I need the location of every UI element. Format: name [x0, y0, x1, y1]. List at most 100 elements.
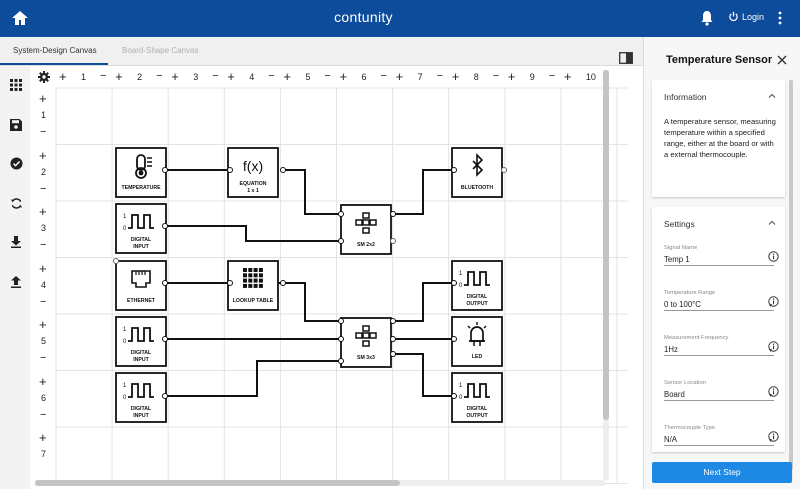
upload-button[interactable] — [6, 272, 26, 292]
block-port[interactable] — [280, 167, 286, 173]
tab-board-shape-canvas[interactable]: Board-Shape Canvas — [122, 46, 199, 55]
setting-select[interactable]: 1Hz ▾ — [664, 345, 774, 356]
info-icon[interactable] — [768, 341, 779, 352]
block-digital-input-3[interactable]: 10DIGITALINPUT — [115, 372, 167, 423]
remove-column-button[interactable]: − — [549, 70, 555, 82]
setting-select[interactable]: Board ▾ — [664, 390, 774, 401]
panel-scroll-thumb[interactable] — [789, 80, 793, 470]
tab-system-design-canvas[interactable]: System-Design Canvas — [13, 46, 97, 55]
add-row-button[interactable]: + — [39, 261, 47, 276]
block-sm3x3[interactable]: SM 3x3 — [340, 317, 392, 368]
block-port[interactable] — [390, 238, 396, 244]
block-bluetooth[interactable]: BLUETOOTH — [451, 147, 503, 198]
block-port[interactable] — [338, 238, 344, 244]
remove-row-button[interactable]: − — [40, 352, 46, 364]
remove-row-button[interactable]: − — [40, 126, 46, 138]
remove-column-button[interactable]: − — [493, 70, 499, 82]
add-column-button[interactable]: + — [227, 69, 235, 84]
save-button[interactable] — [6, 115, 26, 135]
remove-row-button[interactable]: − — [40, 296, 46, 308]
canvas-settings-gear-icon[interactable] — [38, 71, 50, 83]
panel-toggle-icon[interactable] — [619, 52, 633, 64]
block-digital-input-2[interactable]: 10DIGITALINPUT — [115, 316, 167, 367]
block-port[interactable] — [338, 318, 344, 324]
block-port[interactable] — [162, 336, 168, 342]
remove-column-button[interactable]: − — [212, 70, 218, 82]
chevron-up-icon[interactable] — [768, 92, 776, 100]
download-button[interactable] — [6, 232, 26, 252]
block-digital-output-2[interactable]: 10DIGITALOUTPUT — [451, 372, 503, 423]
validate-button[interactable] — [6, 153, 26, 173]
block-port[interactable] — [451, 280, 457, 286]
block-port[interactable] — [280, 280, 286, 286]
more-vert-icon[interactable] — [776, 10, 784, 26]
remove-column-button[interactable]: − — [437, 70, 443, 82]
next-step-button[interactable]: Next Step — [652, 462, 792, 483]
remove-row-button[interactable]: − — [40, 409, 46, 421]
remove-column-button[interactable]: − — [100, 70, 106, 82]
block-ethernet[interactable]: ETHERNET — [115, 260, 167, 311]
add-row-button[interactable]: + — [39, 430, 47, 445]
remove-row-button[interactable]: − — [40, 239, 46, 251]
chevron-up-icon[interactable] — [768, 219, 776, 227]
block-port[interactable] — [113, 258, 119, 264]
canvas-vscroll-thumb[interactable] — [603, 70, 609, 420]
add-column-button[interactable]: + — [564, 69, 572, 84]
add-row-button[interactable]: + — [39, 148, 47, 163]
info-icon[interactable] — [768, 251, 779, 262]
add-column-button[interactable]: + — [283, 69, 291, 84]
block-port[interactable] — [390, 211, 396, 217]
setting-select[interactable]: N/A ▾ — [664, 435, 774, 446]
block-port[interactable] — [390, 336, 396, 342]
block-temperature[interactable]: TEMPERATURE — [115, 147, 167, 198]
block-equation[interactable]: f(x) EQUATION1 x 1 — [227, 147, 279, 198]
close-icon[interactable] — [777, 55, 787, 65]
apps-grid-button[interactable] — [6, 75, 26, 95]
remove-column-button[interactable]: − — [268, 70, 274, 82]
block-port[interactable] — [390, 318, 396, 324]
panel-scrollbar[interactable] — [789, 80, 793, 480]
remove-row-button[interactable]: − — [40, 183, 46, 195]
notification-bell-icon[interactable] — [700, 10, 714, 26]
canvas-vertical-scrollbar[interactable] — [603, 70, 609, 480]
remove-column-button[interactable]: − — [324, 70, 330, 82]
block-port[interactable] — [162, 167, 168, 173]
canvas-horizontal-scrollbar[interactable] — [35, 480, 605, 486]
add-column-button[interactable]: + — [340, 69, 348, 84]
block-port[interactable] — [451, 393, 457, 399]
sync-button[interactable] — [6, 193, 26, 213]
add-column-button[interactable]: + — [115, 69, 123, 84]
block-port[interactable] — [390, 351, 396, 357]
block-lookup[interactable]: LOOKUP TABLE — [227, 260, 279, 311]
block-port[interactable] — [227, 167, 233, 173]
login-button[interactable]: Login — [728, 11, 764, 22]
add-row-button[interactable]: + — [39, 204, 47, 219]
block-port[interactable] — [338, 358, 344, 364]
block-digital-input-1[interactable]: 10DIGITALINPUT — [115, 203, 167, 254]
block-port[interactable] — [338, 211, 344, 217]
setting-select[interactable]: 0 to 100°C ▾ — [664, 300, 774, 311]
block-port[interactable] — [338, 336, 344, 342]
block-port[interactable] — [451, 167, 457, 173]
add-column-button[interactable]: + — [59, 69, 67, 84]
remove-column-button[interactable]: − — [156, 70, 162, 82]
add-column-button[interactable]: + — [452, 69, 460, 84]
block-port[interactable] — [501, 167, 507, 173]
block-led[interactable]: LED — [451, 316, 503, 367]
add-column-button[interactable]: + — [171, 69, 179, 84]
block-port[interactable] — [162, 223, 168, 229]
block-port[interactable] — [227, 280, 233, 286]
block-port[interactable] — [162, 393, 168, 399]
block-sm2x2[interactable]: SM 2x2 — [340, 204, 392, 255]
setting-input[interactable]: Temp 1 — [664, 255, 774, 266]
canvas-hscroll-thumb[interactable] — [35, 480, 400, 486]
system-design-canvas[interactable]: TEMPERATURE f(x) EQUATION 1 x 1 BLUETOOTH 1 0 D… — [31, 66, 643, 489]
block-digital-output-1[interactable]: 10DIGITALOUTPUT — [451, 260, 503, 311]
block-port[interactable] — [162, 280, 168, 286]
block-port[interactable] — [451, 336, 457, 342]
add-column-button[interactable]: + — [396, 69, 404, 84]
info-icon[interactable] — [768, 386, 779, 397]
info-icon[interactable] — [768, 431, 779, 442]
remove-column-button[interactable]: − — [381, 70, 387, 82]
add-row-button[interactable]: + — [39, 374, 47, 389]
